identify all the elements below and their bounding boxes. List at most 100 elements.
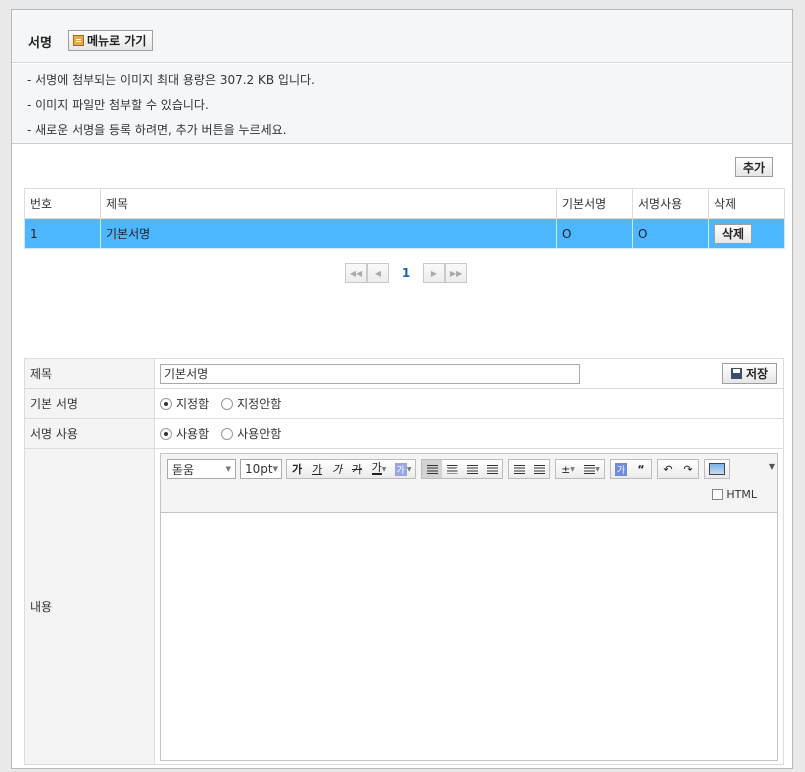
- chevron-down-icon: ▼: [570, 465, 575, 473]
- cell-no: 1: [24, 218, 101, 249]
- outdent-button[interactable]: [529, 460, 549, 478]
- align-right-button[interactable]: [462, 460, 482, 478]
- align-right-icon: [466, 464, 478, 474]
- save-button[interactable]: 저장: [722, 363, 777, 384]
- use-radio-off[interactable]: [221, 427, 234, 440]
- redo-icon: ↷: [683, 462, 693, 476]
- menu-icon: [73, 35, 84, 46]
- form-row-use: 서명 사용 사용함 사용안함: [24, 418, 784, 449]
- delete-button[interactable]: 삭제: [714, 223, 752, 244]
- align-left-icon: [426, 464, 438, 474]
- use-option-on-label: 사용함: [176, 427, 210, 441]
- use-radio-on[interactable]: [160, 427, 172, 440]
- strikethrough-icon: 가: [351, 463, 363, 476]
- content-cell: 돋움 ▼ 10pt ▼ 가 가 가 가 가 ▼ 가 ▼ ± ▼ ▼ 가 “ ↶ …: [154, 448, 784, 765]
- font-color-icon: 가: [371, 461, 382, 475]
- bold-icon: 가: [291, 463, 303, 476]
- quote-icon: “: [637, 462, 645, 476]
- chevron-down-icon: ▼: [406, 465, 412, 473]
- default-radio-on[interactable]: [160, 397, 172, 410]
- signature-form: 제목 저장 기본 서명 지정함 지정안함 서명 사용: [24, 358, 784, 765]
- align-center-icon: [446, 464, 458, 474]
- col-header-use: 서명사용: [632, 188, 709, 219]
- page-title: 서명: [28, 36, 52, 51]
- default-label: 기본 서명: [24, 388, 155, 419]
- use-options: 사용함 사용안함: [154, 418, 784, 449]
- more-icon[interactable]: ▼: [769, 462, 775, 471]
- title-input[interactable]: [160, 363, 580, 384]
- highlight-icon: 가: [394, 462, 407, 476]
- default-radio-off[interactable]: [221, 397, 234, 410]
- default-option-off-label: 지정안함: [237, 397, 282, 411]
- align-group: [421, 459, 503, 479]
- title-label: 제목: [24, 358, 155, 389]
- highlight-button[interactable]: 가 ▼: [391, 460, 415, 478]
- font-color-button[interactable]: 가 ▼: [367, 460, 391, 478]
- italic-icon: 가: [331, 463, 343, 476]
- html-checkbox[interactable]: [712, 489, 724, 500]
- align-left-button[interactable]: [422, 460, 442, 478]
- notice-box: - 서명에 첨부되는 이미지 최대 용량은 307.2 KB 입니다. - 이미…: [12, 64, 792, 144]
- underline-icon: 가: [311, 463, 323, 476]
- save-button-label: 저장: [745, 367, 769, 381]
- font-size-select[interactable]: 10pt ▼: [240, 459, 282, 479]
- html-toggle: HTML: [712, 488, 757, 501]
- col-header-delete: 삭제: [708, 188, 785, 219]
- html-label: HTML: [726, 488, 757, 501]
- editor-content-area[interactable]: [161, 512, 777, 760]
- font-family-select[interactable]: 돋움 ▼: [167, 459, 236, 479]
- rich-text-editor: 돋움 ▼ 10pt ▼ 가 가 가 가 가 ▼ 가 ▼ ± ▼ ▼ 가 “ ↶ …: [160, 453, 778, 761]
- spacing-group: ± ▼ ▼: [555, 459, 605, 479]
- list-icon: [584, 464, 596, 474]
- table-header-row: 번호 제목 기본서명 서명사용 삭제: [24, 188, 785, 219]
- history-group: ↶ ↷: [657, 459, 699, 479]
- align-center-button[interactable]: [442, 460, 462, 478]
- bold-button[interactable]: 가: [287, 460, 307, 478]
- outdent-icon: [533, 464, 545, 474]
- insert-char-button[interactable]: 가: [611, 460, 631, 478]
- format-group: 가 가 가 가 가 ▼ 가 ▼: [286, 459, 416, 479]
- col-header-default: 기본서명: [556, 188, 633, 219]
- default-options: 지정함 지정안함: [154, 388, 784, 419]
- align-justify-icon: [486, 464, 498, 474]
- insert-group: 가 “: [610, 459, 652, 479]
- form-row-title: 제목 저장: [24, 358, 784, 389]
- table-row[interactable]: 1 기본서명 O O 삭제: [24, 218, 785, 249]
- current-page[interactable]: 1: [389, 266, 423, 280]
- last-page-icon[interactable]: ▶▶: [445, 263, 467, 283]
- italic-button[interactable]: 가: [327, 460, 347, 478]
- next-page-icon[interactable]: ▶: [423, 263, 445, 283]
- align-justify-button[interactable]: [482, 460, 502, 478]
- notice-line-2: - 이미지 파일만 첨부할 수 있습니다.: [27, 98, 209, 112]
- cell-title[interactable]: 기본서명: [100, 218, 557, 249]
- quote-button[interactable]: “: [631, 460, 651, 478]
- insert-char-icon: 가: [614, 462, 628, 476]
- first-page-icon[interactable]: ◀◀: [345, 263, 367, 283]
- menu-button-label: 메뉴로 가기: [87, 34, 147, 48]
- undo-button[interactable]: ↶: [658, 460, 678, 478]
- add-button[interactable]: 추가: [735, 157, 773, 177]
- redo-button[interactable]: ↷: [678, 460, 698, 478]
- indent-button[interactable]: [509, 460, 529, 478]
- indent-icon: [513, 464, 525, 474]
- image-button[interactable]: [705, 460, 729, 478]
- line-height-button[interactable]: ± ▼: [556, 460, 580, 478]
- cell-delete: 삭제: [708, 218, 785, 249]
- chevron-down-icon: ▼: [272, 465, 278, 473]
- form-row-content: 내용 돋움 ▼ 10pt ▼ 가 가 가 가 가 ▼ 가 ▼ ± ▼ ▼ 가 “…: [24, 448, 784, 765]
- undo-icon: ↶: [663, 462, 673, 476]
- strike-button[interactable]: 가: [347, 460, 367, 478]
- prev-page-icon[interactable]: ◀: [367, 263, 389, 283]
- signature-panel: 서명 메뉴로 가기 - 서명에 첨부되는 이미지 최대 용량은 307.2 KB…: [11, 9, 793, 769]
- pagination: ◀◀ ◀ 1 ▶ ▶▶: [345, 263, 467, 283]
- panel-header: 서명 메뉴로 가기: [12, 10, 792, 63]
- use-label: 서명 사용: [24, 418, 155, 449]
- menu-button[interactable]: 메뉴로 가기: [68, 30, 154, 51]
- col-header-title: 제목: [100, 188, 557, 219]
- chevron-down-icon: ▼: [225, 465, 231, 473]
- list-button[interactable]: ▼: [580, 460, 604, 478]
- underline-button[interactable]: 가: [307, 460, 327, 478]
- form-row-default: 기본 서명 지정함 지정안함: [24, 388, 784, 419]
- notice-line-1: - 서명에 첨부되는 이미지 최대 용량은 307.2 KB 입니다.: [27, 73, 315, 87]
- cell-default: O: [556, 218, 633, 249]
